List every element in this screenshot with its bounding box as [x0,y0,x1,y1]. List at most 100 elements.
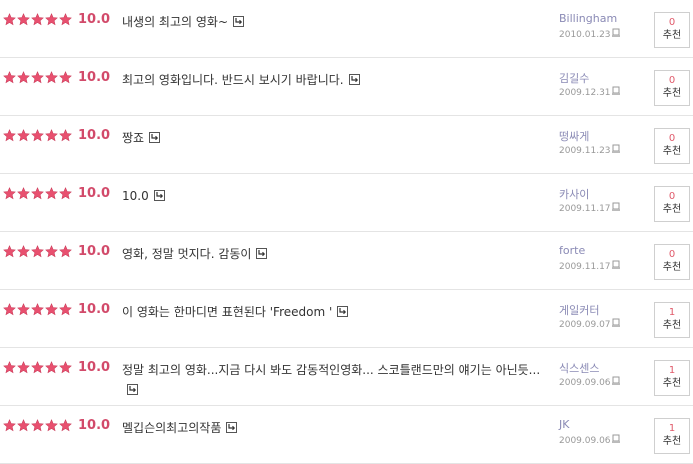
review-author[interactable]: Billingham [559,12,617,25]
recommend-count: 0 [668,191,676,202]
star-icon [17,13,30,26]
review-author[interactable]: JK [559,418,569,431]
report-icon[interactable] [611,318,621,328]
star-icon [3,303,16,316]
recommend-button[interactable]: 0 추천 [654,70,690,106]
star-icon [31,129,44,142]
recommend-label: 추천 [662,320,682,331]
review-author[interactable]: forte [559,244,585,257]
reply-arrow-icon[interactable] [127,384,138,395]
star-icon [59,13,72,26]
recommend-button[interactable]: 1 추천 [654,418,690,454]
star-icon [59,187,72,200]
recommend-label: 추천 [662,88,682,99]
star-icon [3,361,16,374]
review-date: 2009.11.17 [559,262,611,272]
star-icon [31,303,44,316]
review-row: 10.0 내생의 최고의 영화~ Billingham 2010.01.23 0… [0,0,693,58]
review-row: 10.0 10.0 카사이 2009.11.17 0 추천 [0,174,693,232]
reply-arrow-icon[interactable] [226,422,238,433]
star-icon [3,187,16,200]
star-icon [31,71,44,84]
star-icon [31,361,44,374]
star-icon [17,129,30,142]
star-icon [3,245,16,258]
reply-arrow-icon[interactable] [149,132,161,143]
review-comment-text: 10.0 [122,189,149,203]
star-icon [59,303,72,316]
review-comment: 최고의 영화입니다. 반드시 보시기 바랍니다. [122,70,552,90]
review-row: 10.0 이 영화는 한마디면 표현된다 'Freedom ' 게일커터 200… [0,290,693,348]
star-icon [3,419,16,432]
star-icon [17,303,30,316]
reply-arrow-icon[interactable] [337,306,349,317]
reply-arrow-icon[interactable] [256,248,268,259]
reply-arrow-icon[interactable] [153,190,165,201]
report-icon[interactable] [611,260,621,270]
review-comment: 영화, 정말 멋지다. 감동이 [122,244,552,264]
recommend-button[interactable]: 1 추천 [654,360,690,396]
review-row: 10.0 최고의 영화입니다. 반드시 보시기 바랍니다. 김길수 2009.1… [0,58,693,116]
star-icon [59,361,72,374]
review-date: 2009.11.17 [559,204,611,214]
star-rating [3,419,72,432]
star-rating [3,361,72,374]
star-rating [3,187,72,200]
recommend-label: 추천 [662,204,682,215]
report-icon[interactable] [611,434,621,444]
report-icon[interactable] [611,202,621,212]
recommend-button[interactable]: 0 추천 [654,128,690,164]
review-date: 2009.09.06 [559,378,611,388]
review-comment: 멜깁슨의최고의작품 [122,418,552,438]
review-score: 10.0 [78,186,111,201]
review-author[interactable]: 김길수 [559,70,589,86]
recommend-count: 0 [668,75,676,86]
recommend-button[interactable]: 0 추천 [654,244,690,280]
review-score: 10.0 [78,70,111,85]
review-date: 2009.11.23 [559,146,611,156]
review-date: 2009.12.31 [559,88,611,98]
review-score: 10.0 [78,128,111,143]
star-icon [3,129,16,142]
star-icon [17,71,30,84]
recommend-count: 0 [668,133,676,144]
review-row: 10.0 멜깁슨의최고의작품 JK 2009.09.06 1 추천 [0,406,693,464]
recommend-label: 추천 [662,30,682,41]
review-date: 2009.09.06 [559,436,611,446]
recommend-button[interactable]: 0 추천 [654,12,690,48]
recommend-label: 추천 [662,436,682,447]
reply-arrow-icon[interactable] [348,74,360,85]
report-icon[interactable] [611,86,621,96]
star-icon [45,245,58,258]
review-row: 10.0 영화, 정말 멋지다. 감동이 forte 2009.11.17 0 … [0,232,693,290]
star-rating [3,303,72,316]
recommend-button[interactable]: 1 추천 [654,302,690,338]
star-icon [45,13,58,26]
report-icon[interactable] [611,376,621,386]
star-icon [31,13,44,26]
star-icon [17,361,30,374]
report-icon[interactable] [611,144,621,154]
star-icon [17,245,30,258]
review-author[interactable]: 식스센스 [559,360,599,376]
star-icon [45,129,58,142]
reply-arrow-icon[interactable] [233,16,245,27]
star-icon [31,187,44,200]
report-icon[interactable] [611,28,621,38]
star-icon [45,187,58,200]
review-comment-text: 최고의 영화입니다. 반드시 보시기 바랍니다. [122,73,344,87]
review-comment-text: 멜깁슨의최고의작품 [122,421,222,435]
review-row: 10.0 정말 최고의 영화...지금 다시 봐도 감동적인영화... 스코틀랜… [0,348,693,406]
review-row: 10.0 짱죠 떵싸게 2009.11.23 0 추천 [0,116,693,174]
review-comment: 짱죠 [122,128,552,148]
review-author[interactable]: 게일커터 [559,302,599,318]
review-author[interactable]: 카사이 [559,186,589,202]
recommend-button[interactable]: 0 추천 [654,186,690,222]
review-comment-text: 짱죠 [122,131,145,145]
star-icon [59,245,72,258]
recommend-count: 0 [668,17,676,28]
review-author[interactable]: 떵싸게 [559,128,589,144]
star-icon [59,129,72,142]
review-comment: 정말 최고의 영화...지금 다시 봐도 감동적인영화... 스코틀랜드만의 얘… [122,360,552,400]
star-icon [17,419,30,432]
